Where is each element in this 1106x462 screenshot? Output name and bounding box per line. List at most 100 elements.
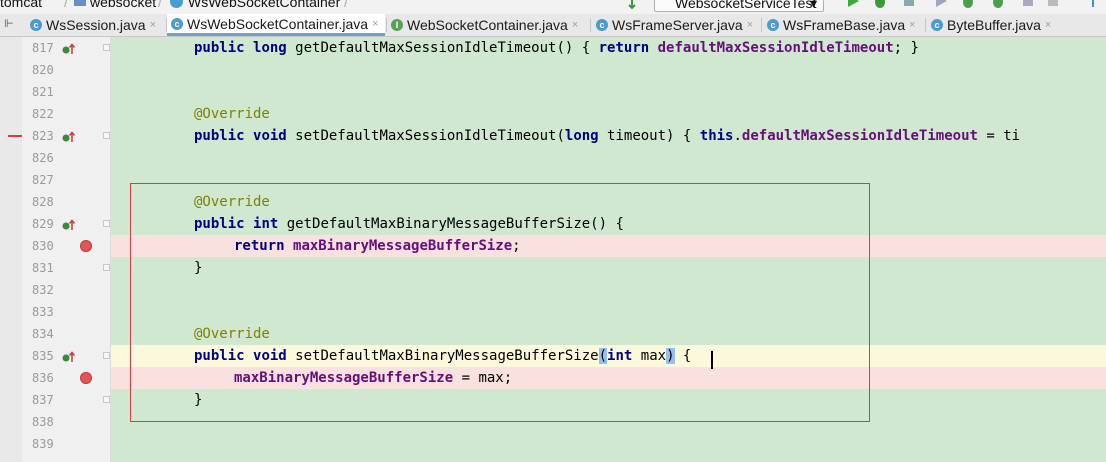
tab-wsframebase[interactable]: c WsFrameBase.java × bbox=[763, 14, 925, 36]
code-line[interactable]: } bbox=[111, 389, 1106, 411]
code-line[interactable] bbox=[111, 279, 1106, 301]
fold-toggle-icon[interactable] bbox=[103, 396, 110, 403]
coverage-icon[interactable] bbox=[902, 0, 916, 8]
code-line[interactable]: public void setDefaultMaxBinaryMessageBu… bbox=[111, 345, 1106, 367]
implements-method-icon[interactable] bbox=[62, 218, 76, 230]
attach-icon[interactable] bbox=[1020, 0, 1034, 8]
line-number: 828 bbox=[32, 195, 54, 209]
code-line[interactable] bbox=[111, 59, 1106, 81]
code-line[interactable]: public void setDefaultMaxSessionIdleTime… bbox=[111, 125, 1106, 147]
code-line[interactable] bbox=[111, 147, 1106, 169]
code-text: public long getDefaultMaxSessionIdleTime… bbox=[194, 37, 919, 59]
fold-toggle-icon[interactable] bbox=[103, 352, 110, 359]
code-line[interactable]: public int getDefaultMaxBinaryMessageBuf… bbox=[111, 213, 1106, 235]
code-token: public bbox=[194, 216, 245, 232]
code-line[interactable] bbox=[111, 433, 1106, 455]
code-line[interactable]: maxBinaryMessageBufferSize = max; bbox=[111, 367, 1106, 389]
code-token: int bbox=[607, 348, 633, 364]
code-token: timeout) { bbox=[598, 128, 700, 144]
line-number: 837 bbox=[32, 393, 54, 407]
code-line[interactable]: public long getDefaultMaxSessionIdleTime… bbox=[111, 37, 1106, 59]
line-number: 830 bbox=[32, 239, 54, 253]
code-text: public void setDefaultMaxSessionIdleTime… bbox=[194, 125, 1020, 147]
stop-icon[interactable] bbox=[1046, 0, 1060, 8]
tab-wswebsocketcontainer[interactable]: c WsWebSocketContainer.java × bbox=[167, 14, 385, 36]
code-text: @Override bbox=[194, 323, 270, 345]
code-token: } bbox=[194, 392, 203, 408]
tab-websocketcontainer[interactable]: I WebSocketContainer.java × bbox=[387, 14, 589, 36]
close-icon[interactable]: × bbox=[909, 19, 915, 31]
code-text: @Override bbox=[194, 103, 270, 125]
line-number: 839 bbox=[32, 437, 54, 451]
code-token: void bbox=[253, 348, 287, 364]
line-number: 838 bbox=[32, 415, 54, 429]
code-text: public int getDefaultMaxBinaryMessageBuf… bbox=[194, 213, 624, 235]
debug-icon[interactable] bbox=[872, 0, 886, 8]
code-token: ; } bbox=[893, 40, 919, 56]
close-icon[interactable]: × bbox=[1045, 19, 1051, 31]
code-line[interactable] bbox=[111, 81, 1106, 103]
change-marker bbox=[8, 135, 22, 137]
close-icon[interactable]: × bbox=[572, 19, 578, 31]
tab-list-icon[interactable]: ⊩ bbox=[4, 17, 14, 30]
code-token: @Override bbox=[194, 106, 270, 122]
tab-label: WsFrameBase.java bbox=[783, 17, 906, 33]
implements-method-icon[interactable] bbox=[62, 42, 76, 54]
code-token: public bbox=[194, 348, 245, 364]
code-line[interactable] bbox=[111, 411, 1106, 433]
line-number: 820 bbox=[32, 63, 54, 77]
tab-bytebuffer[interactable]: c ByteBuffer.java × bbox=[927, 14, 1067, 36]
code-token: maxBinaryMessageBufferSize bbox=[293, 238, 513, 254]
navigation-bar: tomcat / websocket / WsWebSocketContaine… bbox=[0, 0, 1106, 14]
code-text: } bbox=[194, 257, 202, 279]
line-number: 817 bbox=[32, 41, 54, 55]
class-icon: c bbox=[931, 19, 943, 31]
implements-method-icon[interactable] bbox=[62, 130, 76, 142]
code-line[interactable]: @Override bbox=[111, 323, 1106, 345]
code-editor[interactable]: public long getDefaultMaxSessionIdleTime… bbox=[111, 37, 1106, 462]
code-line[interactable]: @Override bbox=[111, 103, 1106, 125]
run-icon[interactable] bbox=[846, 0, 860, 8]
breadcrumb-item-tomcat[interactable]: tomcat bbox=[0, 0, 42, 10]
close-icon[interactable]: × bbox=[747, 19, 753, 31]
breakpoint-icon[interactable] bbox=[80, 240, 92, 252]
line-number: 835 bbox=[32, 349, 54, 363]
implements-method-icon[interactable] bbox=[62, 350, 76, 362]
close-icon[interactable]: × bbox=[372, 18, 378, 30]
tab-wsframeserver[interactable]: c WsFrameServer.java × bbox=[592, 14, 760, 36]
close-icon[interactable]: × bbox=[150, 19, 156, 31]
build-arrows-icon[interactable] bbox=[628, 0, 642, 10]
tab-divider bbox=[590, 18, 591, 32]
breadcrumb-item-wswebsocketcontainer[interactable]: WsWebSocketContainer bbox=[188, 0, 340, 10]
code-text: return maxBinaryMessageBufferSize; bbox=[234, 235, 521, 257]
line-number: 834 bbox=[32, 327, 54, 341]
class-icon: c bbox=[596, 19, 608, 31]
code-line[interactable] bbox=[111, 301, 1106, 323]
chevron-down-icon: ▾ bbox=[809, 0, 817, 11]
code-token: defaultMaxSessionIdleTimeout bbox=[741, 128, 978, 144]
code-line[interactable] bbox=[111, 169, 1106, 191]
breakpoint-icon[interactable] bbox=[80, 372, 92, 384]
gutter-strip bbox=[0, 37, 22, 462]
code-token: long bbox=[253, 40, 287, 56]
fold-toggle-icon[interactable] bbox=[103, 132, 110, 139]
vcs-icon[interactable] bbox=[1090, 0, 1104, 8]
debug-tests-icon[interactable] bbox=[990, 0, 1004, 8]
fold-toggle-icon[interactable] bbox=[103, 264, 110, 271]
code-line[interactable]: @Override bbox=[111, 191, 1106, 213]
breadcrumb-item-websocket[interactable]: websocket bbox=[90, 0, 156, 10]
run-tests-icon[interactable] bbox=[960, 0, 974, 8]
fold-toggle-icon[interactable] bbox=[103, 220, 110, 227]
breadcrumb-separator: / bbox=[344, 0, 348, 10]
code-token: defaultMaxSessionIdleTimeout bbox=[657, 40, 894, 56]
code-line[interactable]: } bbox=[111, 257, 1106, 279]
code-line[interactable]: return maxBinaryMessageBufferSize; bbox=[111, 235, 1106, 257]
profile-icon[interactable] bbox=[934, 0, 948, 8]
tab-wssession[interactable]: c WsSession.java × bbox=[26, 14, 166, 36]
code-token: this bbox=[699, 128, 734, 144]
line-number: 823 bbox=[32, 129, 54, 143]
fold-toggle-icon[interactable] bbox=[103, 44, 110, 51]
run-configuration-select[interactable]: WebsocketServiceTest ▾ bbox=[654, 0, 824, 12]
